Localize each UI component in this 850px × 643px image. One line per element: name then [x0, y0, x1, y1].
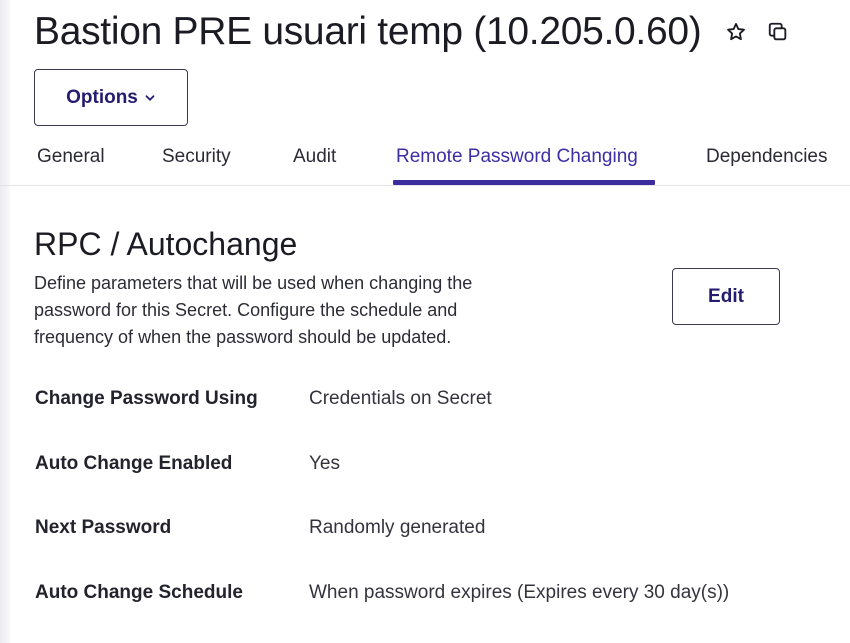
- left-gutter: [0, 0, 12, 643]
- section-title: RPC / Autochange: [34, 226, 298, 262]
- field-label: Auto Change Enabled: [35, 453, 233, 474]
- tab-general[interactable]: General: [37, 146, 105, 168]
- field-label: Next Password: [35, 517, 172, 538]
- tab-audit[interactable]: Audit: [293, 146, 336, 168]
- description-line: password for this Secret. Configure the …: [34, 300, 458, 320]
- edit-button[interactable]: Edit: [672, 268, 780, 325]
- description-line: frequency of when the password should be…: [34, 327, 452, 347]
- active-tab-indicator: [393, 180, 655, 185]
- section-description: Define parameters that will be used when…: [34, 270, 574, 351]
- favorite-star-icon[interactable]: [721, 17, 751, 47]
- description-line: Define parameters that will be used when…: [34, 273, 473, 293]
- field-label: Auto Change Schedule: [35, 582, 243, 603]
- field-value: Credentials on Secret: [309, 388, 492, 409]
- page-header: Bastion PRE usuari temp (10.205.0.60): [34, 6, 850, 58]
- secret-detail-page: Bastion PRE usuari temp (10.205.0.60) Op…: [0, 0, 850, 643]
- tab-remote-password-changing[interactable]: Remote Password Changing: [396, 146, 638, 168]
- tab-security[interactable]: Security: [162, 146, 231, 168]
- tab-dependencies[interactable]: Dependencies: [706, 146, 827, 168]
- field-value: Yes: [309, 453, 340, 474]
- options-button-label: Options: [66, 86, 138, 108]
- copy-icon[interactable]: [763, 17, 793, 47]
- field-label: Change Password Using: [35, 388, 258, 409]
- options-button[interactable]: Options: [34, 69, 188, 126]
- page-title: Bastion PRE usuari temp (10.205.0.60): [34, 10, 702, 53]
- chevron-down-icon: [144, 92, 156, 104]
- field-value: Randomly generated: [309, 517, 486, 538]
- tab-bar: General Security Audit Remote Password C…: [0, 136, 850, 186]
- field-value: When password expires (Expires every 30 …: [309, 582, 730, 603]
